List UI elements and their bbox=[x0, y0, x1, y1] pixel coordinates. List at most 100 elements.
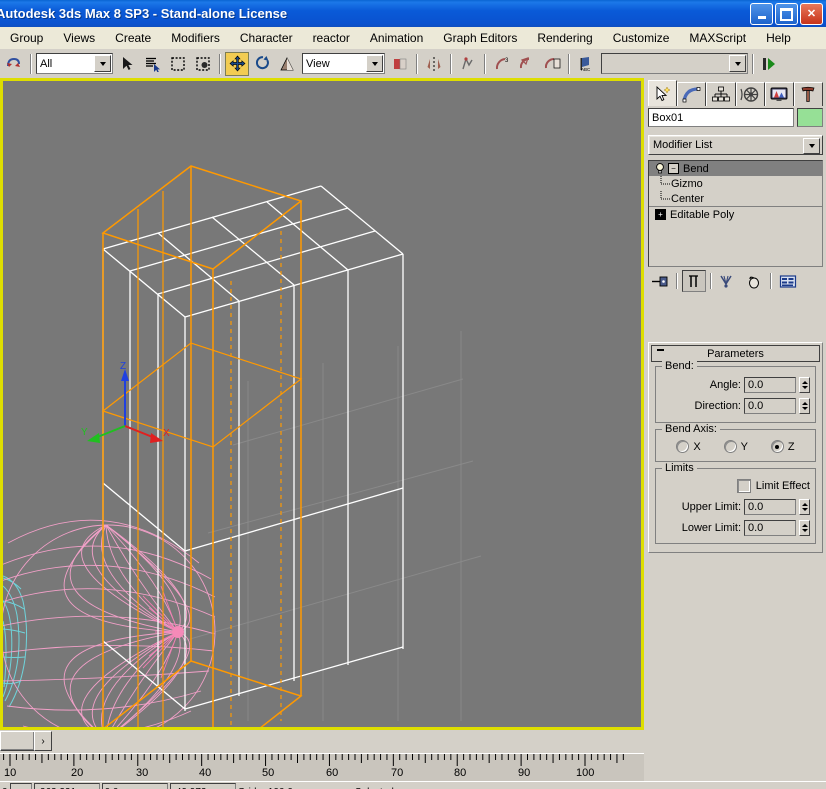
window-controls: ✕ bbox=[750, 3, 823, 25]
lower-limit-spinner[interactable] bbox=[799, 520, 810, 536]
use-pivot-point-center-icon[interactable] bbox=[388, 52, 412, 76]
radio-dot-icon[interactable] bbox=[676, 440, 689, 453]
menu-item-modifiers[interactable]: Modifiers bbox=[161, 28, 230, 48]
angle-input[interactable]: 0.0 bbox=[744, 377, 796, 393]
tree-branch-icon bbox=[659, 191, 671, 206]
hierarchy-tab[interactable] bbox=[706, 82, 735, 106]
timeline-ruler[interactable]: 102030405060708090100 bbox=[0, 753, 644, 782]
timeline-scrollbar[interactable] bbox=[0, 731, 35, 751]
select-and-scale-icon[interactable] bbox=[275, 52, 299, 76]
ruler-tick-label: 90 bbox=[518, 767, 530, 779]
limits-group: Limits Limit Effect Upper Limit: 0.0 Low… bbox=[655, 468, 816, 544]
chevron-down-icon[interactable] bbox=[729, 55, 746, 72]
collapse-icon bbox=[657, 349, 664, 351]
menu-item-group[interactable]: Group bbox=[0, 28, 53, 48]
bend-group: Bend: Angle: 0.0 Direction: 0.0 bbox=[655, 366, 816, 423]
menu-item-create[interactable]: Create bbox=[105, 28, 161, 48]
close-button[interactable]: ✕ bbox=[800, 3, 823, 25]
viewport-active-border: Z X Y bbox=[0, 78, 644, 730]
menu-item-help[interactable]: Help bbox=[756, 28, 801, 48]
display-tab[interactable] bbox=[765, 82, 794, 106]
stack-item-gizmo[interactable]: Gizmo bbox=[649, 176, 822, 191]
show-end-result-icon[interactable] bbox=[682, 270, 706, 292]
rectangular-selection-region-icon[interactable] bbox=[166, 52, 190, 76]
named-selection-sets-icon[interactable]: ABC bbox=[574, 52, 598, 76]
minimize-button[interactable] bbox=[750, 3, 773, 25]
x-coordinate-field[interactable]: -263.221 bbox=[34, 783, 100, 789]
bend-axis-radio-y[interactable]: Y bbox=[724, 440, 748, 453]
axis-x-label: X bbox=[163, 428, 170, 439]
track-bar[interactable]: › bbox=[0, 730, 644, 754]
object-name-bar: Box01 bbox=[648, 108, 823, 127]
upper-limit-spinner[interactable] bbox=[799, 499, 810, 515]
stack-item-center[interactable]: Center bbox=[649, 191, 822, 206]
spinner-snap-icon[interactable] bbox=[540, 52, 564, 76]
menu-item-rendering[interactable]: Rendering bbox=[527, 28, 602, 48]
bend-axis-radio-z[interactable]: Z bbox=[771, 440, 795, 453]
selection-filter-combo[interactable]: All bbox=[36, 53, 113, 74]
close-icon: ✕ bbox=[807, 9, 816, 20]
curve-editor-icon[interactable] bbox=[758, 52, 782, 76]
object-name-input[interactable]: Box01 bbox=[648, 108, 794, 127]
coordinate-system-combo[interactable]: View bbox=[302, 53, 385, 74]
select-and-move-icon[interactable] bbox=[225, 52, 249, 76]
percent-snap-icon[interactable] bbox=[515, 52, 539, 76]
mirror-icon[interactable] bbox=[422, 52, 446, 76]
limit-effect-checkbox[interactable] bbox=[737, 479, 751, 493]
perspective-viewport[interactable]: Z X Y bbox=[3, 81, 641, 727]
select-and-rotate-icon[interactable] bbox=[250, 52, 274, 76]
chevron-down-icon[interactable] bbox=[803, 138, 820, 154]
modifier-stack[interactable]: −BendGizmoCenter+Editable Poly bbox=[648, 160, 823, 267]
menu-item-graph-editors[interactable]: Graph Editors bbox=[433, 28, 527, 48]
create-tab[interactable] bbox=[648, 80, 677, 106]
modify-tab[interactable] bbox=[677, 82, 706, 106]
limit-effect-row[interactable]: Limit Effect bbox=[661, 479, 810, 493]
next-frame-button[interactable]: › bbox=[34, 731, 52, 751]
lower-limit-row: Lower Limit: 0.0 bbox=[661, 520, 810, 536]
z-coordinate-field[interactable]: -49.972 bbox=[170, 783, 236, 789]
undo-redo-icon[interactable] bbox=[2, 52, 26, 76]
configure-modifier-sets-icon[interactable] bbox=[776, 270, 800, 292]
menu-item-views[interactable]: Views bbox=[53, 28, 105, 48]
chevron-down-icon[interactable] bbox=[366, 55, 383, 72]
stack-item-editable-poly[interactable]: +Editable Poly bbox=[649, 207, 822, 222]
upper-limit-input[interactable]: 0.0 bbox=[744, 499, 796, 515]
ruler-tick-label: 60 bbox=[326, 767, 338, 779]
chevron-down-icon[interactable] bbox=[94, 55, 111, 72]
radio-dot-icon[interactable] bbox=[724, 440, 737, 453]
make-unique-icon[interactable] bbox=[716, 270, 740, 292]
light-bulb-icon[interactable] bbox=[655, 163, 665, 174]
select-by-name-icon[interactable] bbox=[141, 52, 165, 76]
select-object-icon[interactable] bbox=[116, 52, 140, 76]
bend-axis-radio-x[interactable]: X bbox=[676, 440, 700, 453]
y-coordinate-field[interactable]: 0.0 bbox=[102, 783, 168, 789]
lower-limit-input[interactable]: 0.0 bbox=[744, 520, 796, 536]
toolbar-separator bbox=[30, 54, 32, 74]
snap-toggle-icon[interactable] bbox=[456, 52, 480, 76]
window-crossing-icon[interactable] bbox=[191, 52, 215, 76]
angle-value: 0.0 bbox=[748, 379, 763, 391]
menu-item-character[interactable]: Character bbox=[230, 28, 303, 48]
direction-spinner[interactable] bbox=[799, 398, 810, 414]
expand-icon[interactable]: + bbox=[655, 209, 666, 220]
modifier-list-dropdown[interactable]: Modifier List bbox=[648, 135, 823, 155]
menu-item-animation[interactable]: Animation bbox=[360, 28, 433, 48]
maximize-button[interactable] bbox=[775, 3, 798, 25]
ruler-tick-label: 70 bbox=[391, 767, 403, 779]
remove-modifier-icon[interactable] bbox=[742, 270, 766, 292]
object-color-swatch[interactable] bbox=[797, 108, 823, 127]
collapse-icon[interactable]: − bbox=[668, 163, 679, 174]
menu-item-reactor[interactable]: reactor bbox=[303, 28, 360, 48]
key-mode-button[interactable]: + bbox=[10, 783, 32, 789]
angle-snap-icon[interactable]: 3 bbox=[490, 52, 514, 76]
menu-item-customize[interactable]: Customize bbox=[603, 28, 680, 48]
named-selection-input[interactable] bbox=[601, 53, 748, 74]
utilities-tab[interactable] bbox=[794, 82, 823, 106]
radio-dot-icon[interactable] bbox=[771, 440, 784, 453]
stack-item-bend[interactable]: −Bend bbox=[649, 161, 822, 176]
direction-input[interactable]: 0.0 bbox=[744, 398, 796, 414]
pin-stack-icon[interactable] bbox=[648, 270, 672, 292]
menu-item-maxscript[interactable]: MAXScript bbox=[679, 28, 756, 48]
angle-spinner[interactable] bbox=[799, 377, 810, 393]
motion-tab[interactable] bbox=[736, 82, 765, 106]
